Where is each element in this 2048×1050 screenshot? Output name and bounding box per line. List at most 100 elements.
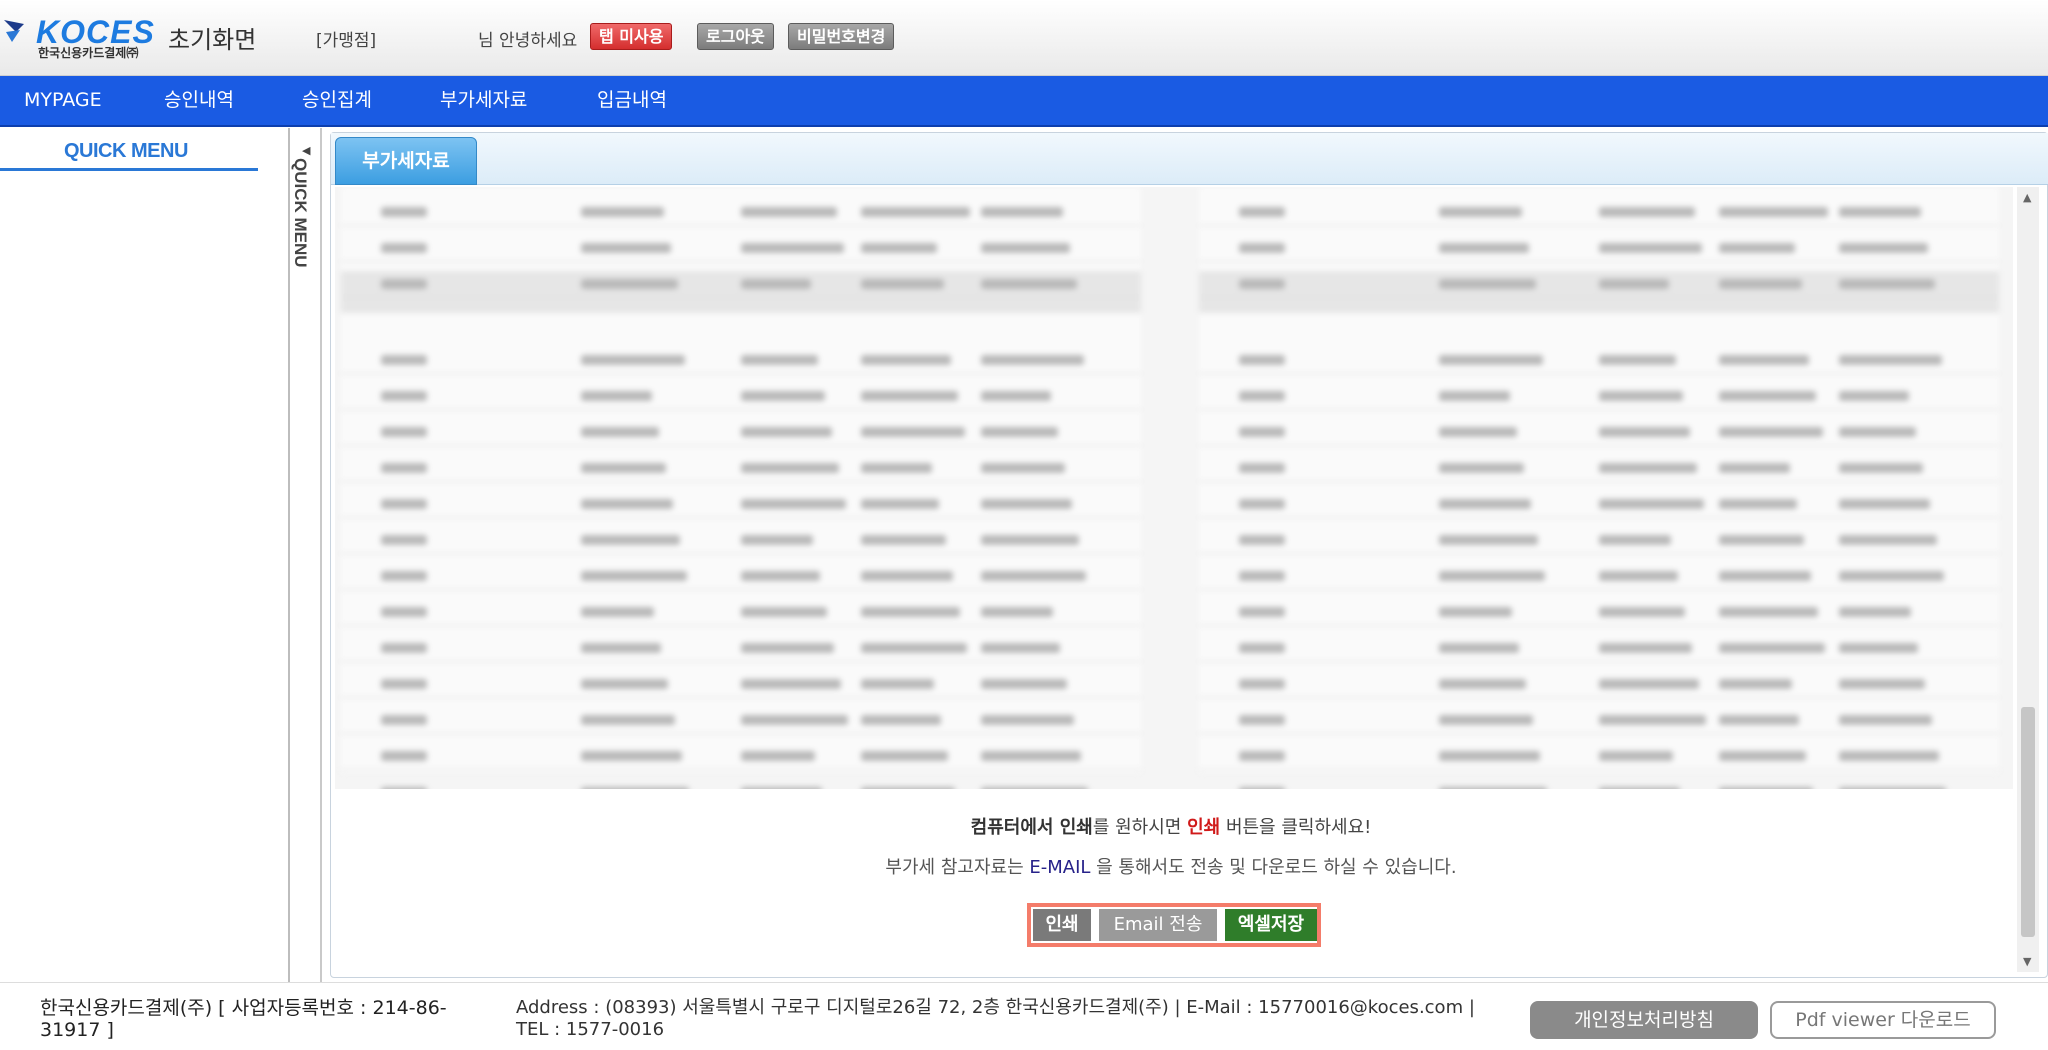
- nav-item-approval-summary[interactable]: 승인집계: [302, 76, 372, 125]
- blurred-cell: [741, 427, 832, 437]
- blurred-row-line: [1199, 589, 1999, 590]
- blurred-cell: [381, 463, 427, 473]
- blurred-row-line: [341, 373, 1141, 374]
- blurred-cell: [741, 607, 827, 617]
- blurred-cell: [1439, 571, 1545, 581]
- blurred-row-line: [341, 625, 1141, 626]
- blurred-row-line: [1199, 661, 1999, 662]
- blurred-cell: [861, 787, 955, 789]
- blurred-cell: [741, 499, 846, 509]
- koces-logo[interactable]: KOCES 한국신용카드결제㈜: [2, 14, 162, 60]
- blurred-cell: [1839, 535, 1937, 545]
- blurred-cell: [1719, 463, 1790, 473]
- blurred-cell: [1439, 463, 1524, 473]
- blurred-cell: [1719, 751, 1806, 761]
- blurred-cell: [381, 355, 427, 365]
- blurred-row-line: [1199, 625, 1999, 626]
- blurred-cell: [861, 607, 960, 617]
- blurred-cell: [981, 679, 1067, 689]
- footer: 한국신용카드결제(주) [ 사업자등록번호 : 214-86-31917 ] A…: [0, 982, 2048, 1050]
- blurred-cell: [381, 391, 427, 401]
- blurred-table: [341, 187, 1141, 789]
- blurred-cell: [1599, 679, 1699, 689]
- blurred-cell: [1439, 243, 1529, 253]
- blurred-cell: [861, 679, 934, 689]
- nav-item-vat-data[interactable]: 부가세자료: [440, 76, 527, 125]
- email-send-button[interactable]: Email 전송: [1099, 909, 1217, 941]
- blurred-cell: [981, 787, 1088, 789]
- blurred-row-line: [1199, 225, 1999, 226]
- scroll-up-icon[interactable]: ▲: [2023, 191, 2031, 204]
- blurred-cell: [981, 243, 1070, 253]
- blurred-cell: [1599, 207, 1695, 217]
- blurred-cell: [1239, 787, 1285, 789]
- blurred-cell: [581, 463, 666, 473]
- blurred-cell: [1839, 207, 1921, 217]
- blurred-cell: [581, 715, 675, 725]
- msg-email-highlight: E-MAIL: [1029, 857, 1091, 878]
- blurred-cell: [381, 207, 427, 217]
- quick-menu-title: QUICK MENU: [64, 140, 188, 162]
- logout-button[interactable]: 로그아웃: [697, 23, 774, 50]
- nav-item-approval-history[interactable]: 승인내역: [164, 76, 234, 125]
- blurred-cell: [741, 787, 822, 789]
- blurred-cell: [581, 607, 654, 617]
- quick-menu-toggle[interactable]: ◀ QUICK MENU: [291, 128, 322, 982]
- change-password-button[interactable]: 비밀번호변경: [788, 23, 895, 50]
- blurred-cell: [741, 679, 841, 689]
- quick-menu-sidebar: QUICK MENU: [0, 128, 290, 982]
- logo-subtext: 한국신용카드결제㈜: [38, 46, 139, 60]
- blurred-cell: [1599, 499, 1704, 509]
- tab-unused-button[interactable]: 탭 미사용: [590, 23, 673, 50]
- blurred-tables: [335, 187, 2013, 789]
- blurred-cell: [1239, 643, 1285, 653]
- blurred-row-line: [1199, 409, 1999, 410]
- blurred-cell: [381, 751, 427, 761]
- nav-item-deposit-history[interactable]: 입금내역: [597, 76, 667, 125]
- blurred-cell: [981, 715, 1074, 725]
- blurred-row-line: [1199, 553, 1999, 554]
- print-button[interactable]: 인쇄: [1033, 909, 1091, 941]
- blurred-cell: [1239, 427, 1285, 437]
- content-panel: 부가세자료 ▲ ▼ 컴퓨터에서 인쇄를 원하시면 인쇄 버튼을 클릭하세요! 부…: [330, 132, 2048, 978]
- blurred-cell: [381, 243, 427, 253]
- blurred-cell: [1599, 355, 1676, 365]
- home-link[interactable]: 초기화면: [168, 20, 256, 55]
- tab-vat-data[interactable]: 부가세자료: [335, 137, 477, 185]
- blurred-cell: [861, 279, 944, 289]
- blurred-cell: [581, 355, 685, 365]
- blurred-cell: [741, 535, 813, 545]
- blurred-row-line: [341, 225, 1141, 226]
- blurred-cell: [981, 391, 1051, 401]
- blurred-cell: [1719, 355, 1809, 365]
- blurred-cell: [1719, 427, 1823, 437]
- blurred-row-line: [1199, 697, 1999, 698]
- blurred-vat-report: [335, 187, 2013, 789]
- blurred-cell: [861, 243, 937, 253]
- scroll-down-icon[interactable]: ▼: [2023, 955, 2031, 968]
- blurred-cell: [1599, 751, 1673, 761]
- blurred-cell: [1439, 643, 1519, 653]
- blurred-cell: [1439, 427, 1517, 437]
- blurred-cell: [741, 355, 818, 365]
- blurred-cell: [1439, 679, 1526, 689]
- blurred-cell: [1839, 679, 1925, 689]
- privacy-policy-button[interactable]: 개인정보처리방침: [1530, 1001, 1758, 1039]
- blurred-cell: [1839, 463, 1923, 473]
- blurred-cell: [1439, 535, 1538, 545]
- blurred-row-line: [341, 445, 1141, 446]
- blurred-cell: [861, 355, 951, 365]
- pdf-viewer-download-button[interactable]: Pdf viewer 다운로드: [1770, 1001, 1996, 1039]
- blurred-cell: [1839, 391, 1909, 401]
- blurred-row-line: [1199, 481, 1999, 482]
- nav-item-mypage[interactable]: MYPAGE: [24, 76, 102, 125]
- blurred-cell: [861, 751, 948, 761]
- blurred-cell: [381, 607, 427, 617]
- excel-save-button[interactable]: 엑셀저장: [1225, 909, 1317, 941]
- blurred-cell: [741, 391, 825, 401]
- vertical-scrollbar[interactable]: ▲ ▼: [2017, 187, 2039, 972]
- scroll-thumb[interactable]: [2021, 707, 2035, 937]
- blurred-row-line: [1199, 769, 1999, 770]
- blurred-cell: [381, 715, 427, 725]
- msg-part: 를 원하시면: [1092, 817, 1188, 838]
